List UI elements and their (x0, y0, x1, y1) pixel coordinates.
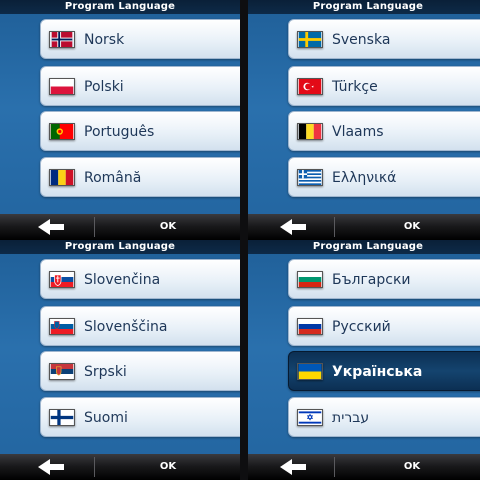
finland-flag-icon (49, 409, 75, 426)
language-panel-2: Program Language Svenska Türkçe Vlaams Ε… (248, 0, 480, 240)
language-item-slovenscina[interactable]: Slovenščina (40, 306, 240, 346)
back-button[interactable] (248, 214, 342, 240)
bulgaria-flag-icon (297, 271, 323, 288)
language-label: Türkçe (332, 79, 378, 95)
toolbar-divider (94, 457, 95, 477)
language-item-polski[interactable]: Polski (40, 66, 240, 106)
language-item-ellinika[interactable]: Ελληνικά (288, 157, 480, 197)
language-item-turkce[interactable]: Türkçe (288, 66, 480, 106)
language-item-srpski[interactable]: Srpski (40, 351, 240, 391)
back-button[interactable] (0, 214, 94, 240)
slovenia-flag-icon (49, 318, 75, 335)
turkey-flag-icon (297, 78, 323, 95)
norway-flag-icon (49, 31, 75, 48)
language-item-bulgarski[interactable]: Български (288, 259, 480, 299)
language-item-portugues[interactable]: Português (40, 111, 240, 151)
language-label: Srpski (84, 364, 127, 380)
language-item-slovencina[interactable]: Slovenčina (40, 259, 240, 299)
sweden-flag-icon (297, 31, 323, 48)
ok-button[interactable]: OK (96, 214, 240, 240)
language-panel-4: Program Language Български Русский Украї… (248, 240, 480, 480)
bottom-toolbar: OK (248, 454, 480, 480)
language-item-vlaams[interactable]: Vlaams (288, 111, 480, 151)
language-label: Português (84, 124, 155, 140)
bottom-toolbar: OK (248, 214, 480, 240)
language-label: Polski (84, 79, 124, 95)
toolbar-divider (334, 217, 335, 237)
ok-button[interactable]: OK (336, 454, 480, 480)
ok-button[interactable]: OK (336, 214, 480, 240)
page-title: Program Language (0, 240, 240, 254)
arrow-left-icon (38, 219, 64, 235)
language-item-ivrit[interactable]: עברית (288, 397, 480, 437)
greece-flag-icon (297, 169, 323, 186)
language-label: Українська (332, 364, 423, 380)
language-item-norsk[interactable]: Norsk (40, 19, 240, 59)
back-button[interactable] (0, 454, 94, 480)
language-item-russkiy[interactable]: Русский (288, 306, 480, 346)
arrow-left-icon (280, 459, 306, 475)
slovakia-flag-icon (49, 271, 75, 288)
language-label: Русский (332, 319, 391, 335)
language-panel-3: Program Language Slovenčina Slovenščina … (0, 240, 240, 480)
page-title: Program Language (248, 240, 480, 254)
arrow-left-icon (280, 219, 306, 235)
language-item-ukrainska[interactable]: Українська (288, 351, 480, 391)
language-label: Български (332, 272, 411, 288)
bottom-toolbar: OK (0, 214, 240, 240)
arrow-left-icon (38, 459, 64, 475)
russia-flag-icon (297, 318, 323, 335)
language-item-suomi[interactable]: Suomi (40, 397, 240, 437)
romania-flag-icon (49, 169, 75, 186)
language-label: Ελληνικά (332, 170, 397, 186)
language-item-romana[interactable]: Română (40, 157, 240, 197)
poland-flag-icon (49, 78, 75, 95)
language-item-svenska[interactable]: Svenska (288, 19, 480, 59)
ukraine-flag-icon (297, 363, 323, 380)
ok-button[interactable]: OK (96, 454, 240, 480)
page-title: Program Language (248, 0, 480, 14)
bottom-toolbar: OK (0, 454, 240, 480)
language-label: עברית (332, 410, 370, 426)
page-title: Program Language (0, 0, 240, 14)
language-label: Vlaams (332, 124, 384, 140)
israel-flag-icon (297, 409, 323, 426)
toolbar-divider (94, 217, 95, 237)
belgium-flag-icon (297, 123, 323, 140)
language-label: Norsk (84, 32, 125, 48)
toolbar-divider (334, 457, 335, 477)
portugal-flag-icon (49, 123, 75, 140)
serbia-flag-icon (49, 363, 75, 380)
language-panel-1: Program Language Norsk Polski Português … (0, 0, 240, 240)
back-button[interactable] (248, 454, 342, 480)
language-label: Svenska (332, 32, 391, 48)
language-label: Slovenčina (84, 272, 161, 288)
language-label: Română (84, 170, 142, 186)
language-label: Slovenščina (84, 319, 168, 335)
language-label: Suomi (84, 410, 128, 426)
